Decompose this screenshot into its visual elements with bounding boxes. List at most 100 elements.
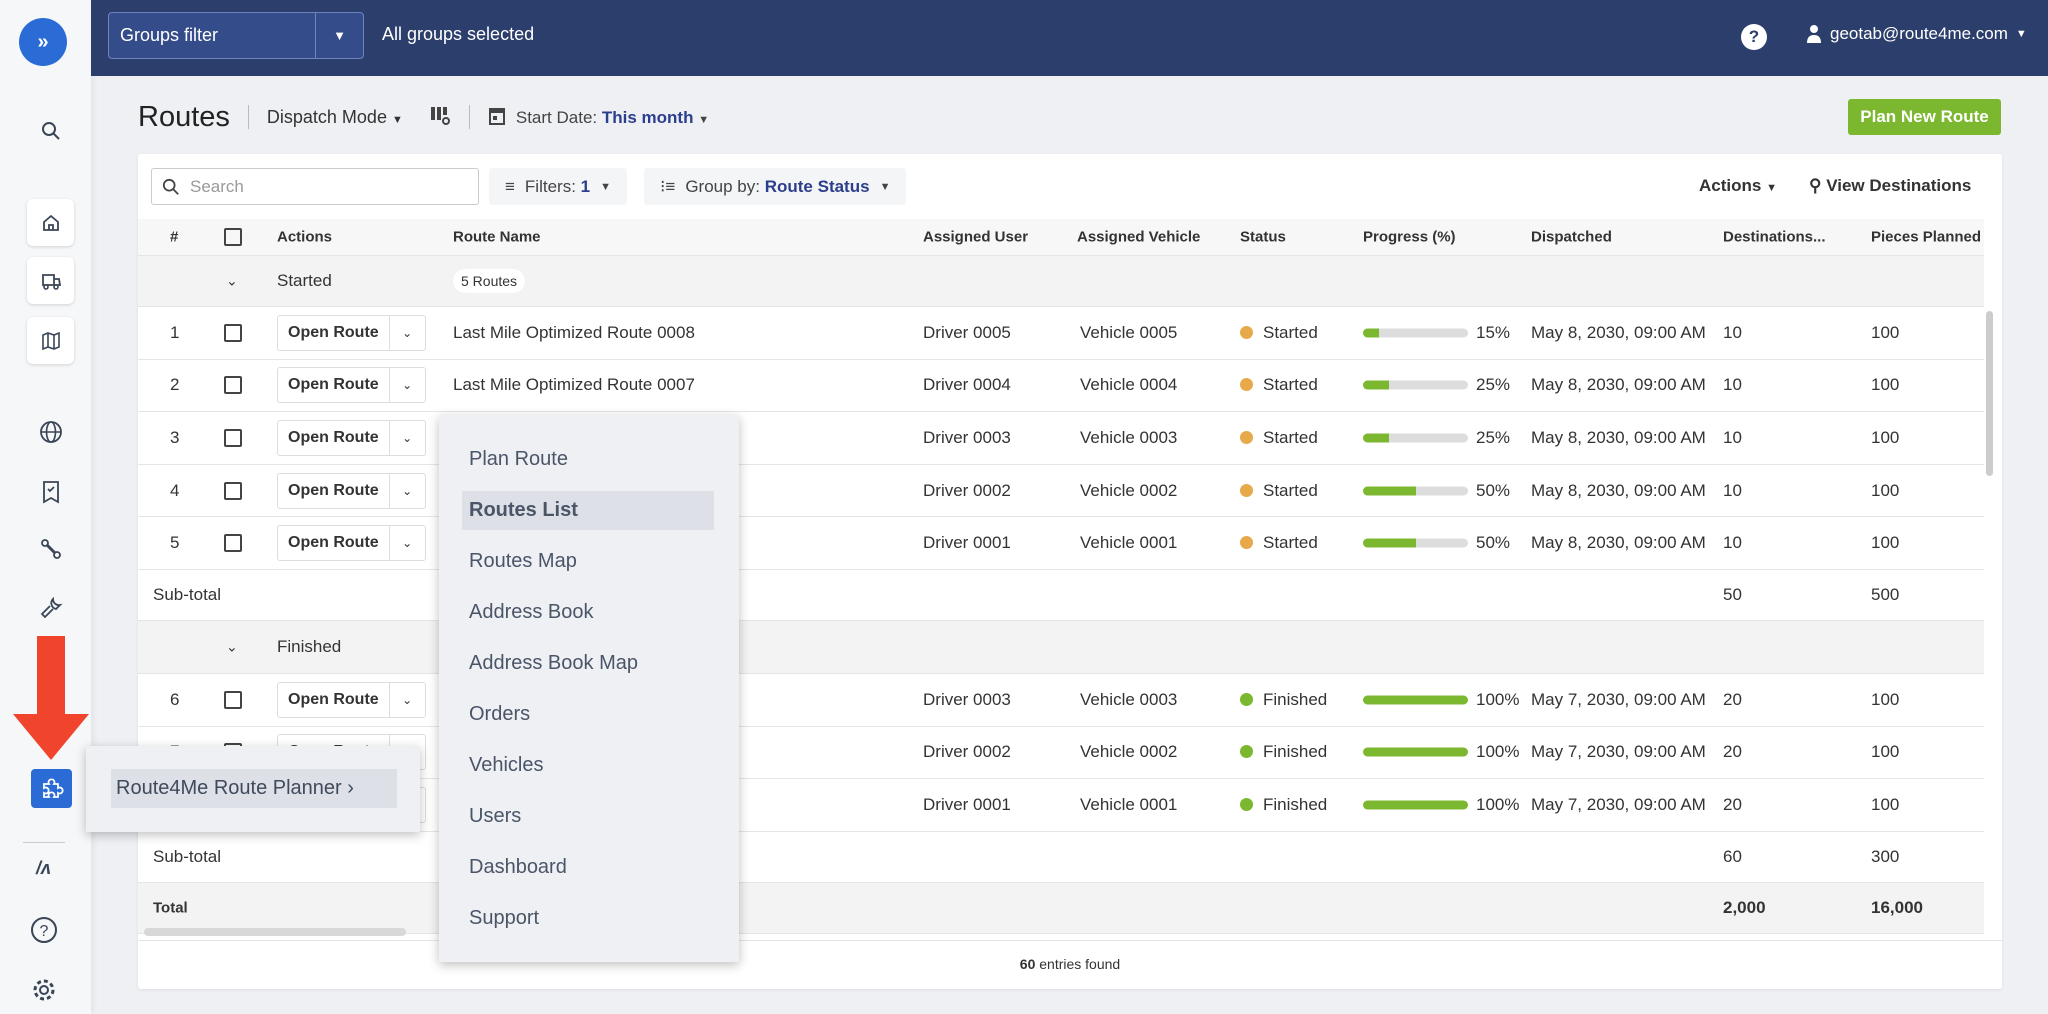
row-number: 3 xyxy=(170,427,180,447)
route-planner-label: Route4Me Route Planner xyxy=(116,777,342,799)
plan-new-route-button[interactable]: Plan New Route xyxy=(1848,99,2001,135)
row-number: 5 xyxy=(170,533,180,553)
column-settings-icon[interactable] xyxy=(429,104,451,131)
open-route-label[interactable]: Open Route xyxy=(278,691,389,709)
chevron-down-icon[interactable]: ⌄ xyxy=(226,639,238,656)
open-route-button[interactable]: Open Route⌄ xyxy=(277,472,426,509)
menu-item-address-book[interactable]: Address Book xyxy=(469,593,594,632)
wrench-icon[interactable] xyxy=(27,584,74,631)
destinations: 10 xyxy=(1723,533,1742,553)
expand-sidebar-button[interactable]: » xyxy=(19,18,67,66)
chevron-down-icon[interactable]: ⌄ xyxy=(388,420,425,455)
menu-item-users[interactable]: Users xyxy=(469,797,521,836)
progress-fill xyxy=(1363,433,1390,443)
chevron-down-icon[interactable]: ⌄ xyxy=(388,368,425,403)
row-checkbox[interactable] xyxy=(224,481,242,500)
status: Started xyxy=(1240,375,1318,395)
group-row: ⌄ Started 5 Routes xyxy=(138,256,1984,307)
groups-filter-label: Groups filter xyxy=(120,25,219,45)
column-header[interactable]: Status xyxy=(1240,229,1286,246)
open-route-label[interactable]: Open Route xyxy=(278,534,389,552)
actions-dropdown[interactable]: Actions ▼ xyxy=(1699,176,1777,196)
row-checkbox[interactable] xyxy=(224,534,242,553)
help-circle-icon[interactable]: ? xyxy=(1741,24,1767,50)
open-route-button[interactable]: Open Route⌄ xyxy=(277,419,426,456)
chevron-down-icon[interactable]: ⌄ xyxy=(226,273,238,290)
receipt-icon[interactable] xyxy=(27,468,74,515)
menu-item-address-book-map[interactable]: Address Book Map xyxy=(469,644,638,683)
group-by-button[interactable]: ⁝≡ Group by: Route Status ▼ xyxy=(644,168,907,205)
open-route-label[interactable]: Open Route xyxy=(278,429,389,447)
status-label: Finished xyxy=(1263,794,1328,814)
open-route-label[interactable]: Open Route xyxy=(278,324,389,342)
caret-down-icon[interactable]: ▼ xyxy=(315,13,363,58)
column-header[interactable]: Assigned Vehicle xyxy=(1077,229,1200,246)
row-checkbox[interactable] xyxy=(224,323,242,342)
groups-selected-text: All groups selected xyxy=(382,24,535,44)
chevron-down-icon[interactable]: ⌄ xyxy=(388,473,425,508)
destinations: 10 xyxy=(1723,375,1742,395)
row-checkbox[interactable] xyxy=(224,376,242,395)
row-checkbox[interactable] xyxy=(224,428,242,447)
open-route-label[interactable]: Open Route xyxy=(278,376,389,394)
groups-filter-dropdown[interactable]: Groups filter ▼ xyxy=(108,12,364,59)
route-name[interactable]: Last Mile Optimized Route 0008 xyxy=(453,323,695,343)
destinations: 10 xyxy=(1723,480,1742,500)
status-dot xyxy=(1240,325,1253,339)
vertical-scrollbar[interactable] xyxy=(1986,311,1993,476)
add-ins-puzzle-button[interactable] xyxy=(31,769,72,808)
menu-item-dashboard[interactable]: Dashboard xyxy=(469,848,567,887)
start-date-dropdown[interactable]: Start Date: This month ▼ xyxy=(488,106,709,128)
menu-item-plan-route[interactable]: Plan Route xyxy=(469,440,568,479)
user-menu[interactable]: geotab@route4me.com ▼ xyxy=(1806,24,2027,44)
open-route-button[interactable]: Open Route⌄ xyxy=(277,367,426,404)
globe-icon[interactable] xyxy=(27,408,74,455)
menu-item-support[interactable]: Support xyxy=(469,899,539,938)
status-label: Finished xyxy=(1263,689,1328,709)
column-header[interactable]: Actions xyxy=(277,229,332,246)
chevron-down-icon[interactable]: ⌄ xyxy=(388,315,425,350)
chevron-down-icon[interactable]: ⌄ xyxy=(388,682,425,717)
route-name[interactable]: Last Mile Optimized Route 0007 xyxy=(453,375,695,395)
filters-button[interactable]: ≡ Filters: 1 ▼ xyxy=(489,168,628,205)
search-icon[interactable] xyxy=(27,107,74,154)
menu-item-vehicles[interactable]: Vehicles xyxy=(469,746,544,785)
menu-item-routes-map[interactable]: Routes Map xyxy=(469,542,577,581)
destinations: 10 xyxy=(1723,427,1742,447)
chevron-right-icon: › xyxy=(347,777,354,799)
settings-icon[interactable] xyxy=(20,966,67,1013)
view-destinations-button[interactable]: ⚲ View Destinations xyxy=(1809,176,1971,196)
column-header[interactable]: Assigned User xyxy=(923,229,1028,246)
column-header[interactable]: Pieces Planned xyxy=(1871,229,1981,246)
open-route-button[interactable]: Open Route⌄ xyxy=(277,525,426,562)
dispatched-date: May 7, 2030, 09:00 AM xyxy=(1531,794,1706,814)
route-icon[interactable] xyxy=(27,525,74,572)
route4me-logo-icon[interactable]: /ʌ xyxy=(20,845,67,892)
row-checkbox[interactable] xyxy=(224,690,242,709)
open-route-label[interactable]: Open Route xyxy=(278,482,389,500)
dispatch-mode-dropdown[interactable]: Dispatch Mode ▼ xyxy=(267,107,403,128)
search-input[interactable]: Search xyxy=(151,168,479,205)
chevron-down-icon[interactable]: ⌄ xyxy=(388,526,425,561)
route4me-route-planner-item[interactable]: Route4Me Route Planner › xyxy=(111,769,397,808)
calendar-icon xyxy=(488,108,505,125)
help-icon[interactable]: ? xyxy=(20,906,67,953)
column-header[interactable]: Destinations... xyxy=(1723,229,1826,246)
menu-item-orders[interactable]: Orders xyxy=(469,695,530,734)
truck-icon[interactable] xyxy=(27,257,74,304)
dispatched-date: May 8, 2030, 09:00 AM xyxy=(1531,427,1706,447)
subtotal-pieces: 500 xyxy=(1871,585,1900,604)
home-icon[interactable] xyxy=(27,199,74,246)
horizontal-scrollbar[interactable] xyxy=(144,928,406,936)
column-header[interactable]: Route Name xyxy=(453,229,541,246)
filter-icon: ≡ xyxy=(505,176,515,196)
map-icon[interactable] xyxy=(27,317,74,364)
menu-item-routes-list[interactable]: Routes List xyxy=(462,491,714,530)
column-header[interactable]: # xyxy=(170,229,178,246)
status-dot xyxy=(1240,536,1253,550)
open-route-button[interactable]: Open Route⌄ xyxy=(277,681,426,718)
open-route-button[interactable]: Open Route⌄ xyxy=(277,314,426,351)
select-all-checkbox[interactable] xyxy=(224,228,242,246)
column-header[interactable]: Progress (%) xyxy=(1363,229,1456,246)
column-header[interactable]: Dispatched xyxy=(1531,229,1612,246)
